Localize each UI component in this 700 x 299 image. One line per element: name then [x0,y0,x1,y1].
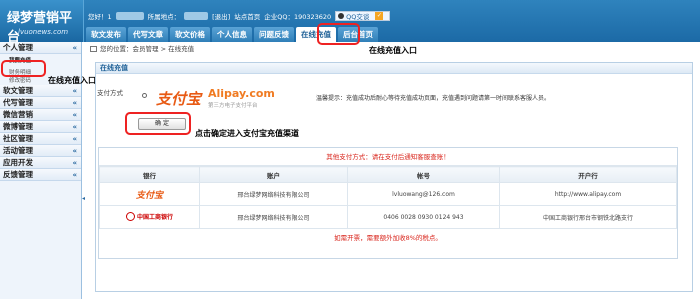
tab-article-publish[interactable]: 软文发布 [86,27,126,42]
branch-cell: http://www.alipay.com [499,182,677,206]
alipay-bank-logo: 支付宝 [135,190,163,201]
alipay-radio[interactable] [142,93,147,98]
sidebar-group-community[interactable]: 社区管理 [0,133,81,145]
number-cell: lvluowang@126.com [347,182,500,206]
breadcrumb-text: 您的位置：会员管理 > 在线充值 [100,45,195,53]
annotation-confirm-hint: 点击确定进入支付宝充值渠道 [195,129,299,138]
other-payment-box: 其他支付方式：请在支付后通知客服查账！ 银行 账户 帐号 开户行 支付宝 邢台绿… [98,147,678,259]
invoice-footnote: 如需开票，需要额外加收8%的税点。 [334,234,442,242]
other-payment-title: 其他支付方式：请在支付后通知客服查账！ [99,148,677,166]
alipay-en-text: Alipay.com [208,87,275,100]
sidebar-group-appdev[interactable]: 应用开发 [0,157,81,169]
home-icon [90,46,97,52]
sidebar-group-articles[interactable]: 软文管理 [0,85,81,97]
tab-personal-info[interactable]: 个人信息 [212,27,252,42]
sidebar-group-weibo[interactable]: 微博管理 [0,121,81,133]
sidebar-recharge-highlight [1,60,46,77]
logo-domain: lvuonews.com [18,28,69,36]
main-content: 您的位置：会员管理 > 在线充值 在线充值 支付方式 支付宝 Alipay.co… [88,42,700,299]
qq-chat-label: QQ交谈 [346,13,370,21]
col-bank: 银行 [99,166,200,183]
tab-feedback[interactable]: 问题反馈 [254,27,294,42]
logo-title: 绿梦营销平台 [7,11,73,45]
confirm-button-highlight [125,112,191,135]
qq-chat-button[interactable]: QQ交谈 ✓ [335,11,391,21]
account-cell: 邢台绿梦网络科技有限公司 [199,182,348,206]
alipay-subtitle: 第三方电子支付平台 [208,103,258,109]
sidebar-group-personal[interactable]: 个人管理 [0,42,81,54]
account-cell: 邢台绿梦网络科技有限公司 [199,205,348,229]
user-info-bar: 您好！1 所属地点： [退出] 站点首页 企业QQ：190323620 QQ交谈… [88,11,394,21]
branch-cell: 中国工商银行邢台市钢铁北路支行 [499,205,677,229]
number-cell: 0406 0028 0930 0124 943 [347,205,500,229]
check-icon: ✓ [375,12,384,20]
sidebar-group-wechat[interactable]: 微信营销 [0,109,81,121]
bank-table: 银行 账户 帐号 开户行 支付宝 邢台绿梦网络科技有限公司 lvluowang@… [99,166,677,229]
sidebar-group-feedback[interactable]: 反馈管理 [0,169,81,181]
sidebar-group-events[interactable]: 活动管理 [0,145,81,157]
panel-title: 在线充值 [96,63,692,74]
qq-penguin-icon [338,13,345,19]
pay-method-label: 支付方式 [97,89,123,97]
breadcrumb: 您的位置：会员管理 > 在线充值 [88,42,700,56]
bank-cell: 中国工商银行 [99,205,200,229]
alipay-logo: 支付宝 Alipay.com 第三方电子支付平台 [156,86,306,112]
tab-ghostwrite[interactable]: 代写文章 [128,27,168,42]
bank-cell: 支付宝 [99,182,200,206]
col-branch: 开户行 [499,166,677,183]
company-qq-text: 企业QQ：190323620 [264,13,332,21]
table-header-row: 银行 账户 帐号 开户行 [99,166,677,183]
blurred-username [115,12,144,20]
recharge-tip: 温馨提示：充值成功后耐心等待充值成功页面，充值遇到问题请第一时间联系客服人员。 [316,95,551,102]
col-number: 帐号 [347,166,500,183]
col-account: 账户 [199,166,348,183]
sidebar-collapse-arrow-icon[interactable]: ◂ [82,195,87,204]
blurred-region [184,12,209,20]
alipay-cn-text: 支付宝 [156,90,202,108]
site-home-link[interactable]: 站点首页 [234,11,260,21]
greeting-text: 您好！1 [88,13,112,21]
table-row: 支付宝 邢台绿梦网络科技有限公司 lvluowang@126.com http:… [99,182,677,206]
region-label: 所属地点： [147,13,181,21]
icbc-bank-logo: 中国工商银行 [126,212,173,221]
logout-link[interactable]: [退出] [212,11,230,21]
table-row: 中国工商银行 邢台绿梦网络科技有限公司 0406 0028 0930 0124 … [99,205,677,229]
sidebar-group-ghostwrite[interactable]: 代写管理 [0,97,81,109]
tab-article-price[interactable]: 软文价格 [170,27,210,42]
site-logo[interactable]: 绿梦营销平台 lvuonews.com [0,0,84,45]
